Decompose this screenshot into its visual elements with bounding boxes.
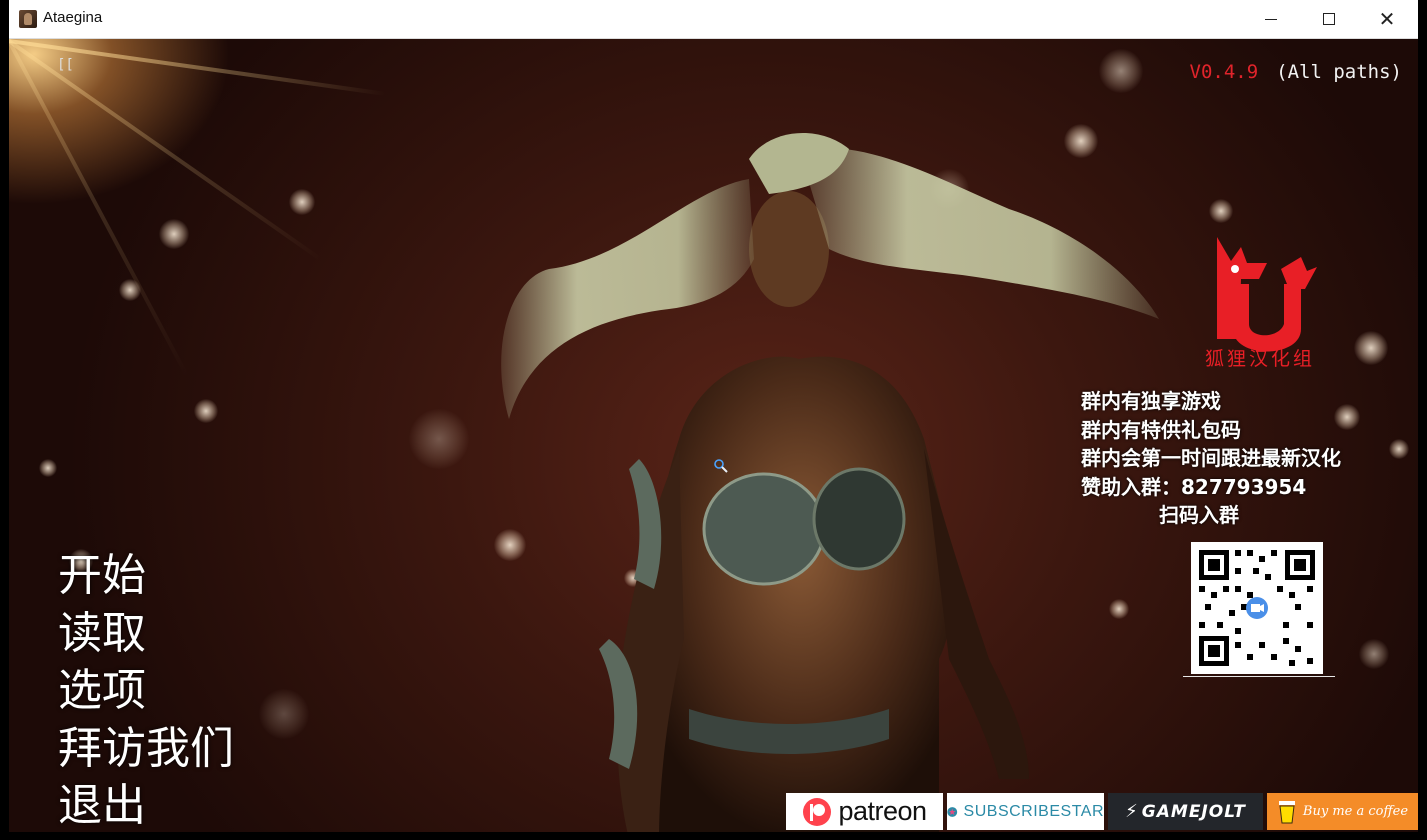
- bokeh-particle: [1389, 439, 1409, 459]
- bokeh-particle: [39, 459, 57, 477]
- promo-line: 赞助入群：827793954: [1081, 474, 1307, 499]
- window-title: Ataegina: [43, 9, 103, 26]
- app-icon: [19, 10, 37, 28]
- patreon-button[interactable]: patreon: [786, 793, 943, 830]
- lightning-icon: ⚡: [1125, 801, 1138, 822]
- maximize-button[interactable]: [1300, 0, 1358, 38]
- mouse-cursor-icon: [714, 459, 728, 473]
- light-flare: [9, 39, 190, 378]
- subscribestar-icon: [947, 806, 958, 817]
- buy-me-a-coffee-button[interactable]: Buy me a coffee: [1267, 793, 1418, 830]
- character-artwork: [501, 132, 1159, 832]
- menu-options-button[interactable]: 选项: [58, 662, 234, 720]
- qr-divider: [1183, 676, 1335, 677]
- corner-mark: [[: [57, 57, 74, 73]
- qr-code-image: [1191, 542, 1323, 674]
- menu-start-button[interactable]: 开始: [58, 547, 234, 605]
- bokeh-particle: [159, 219, 189, 249]
- promo-line: 群内有独享游戏: [1081, 389, 1221, 413]
- patreon-icon: [803, 797, 832, 826]
- maximize-icon: [1323, 13, 1335, 25]
- bokeh-particle: [1209, 199, 1233, 223]
- support-badges: patreon SUBSCRIBESTAR ⚡ GAMEJOLT Buy me …: [786, 793, 1418, 832]
- close-button[interactable]: ✕: [1358, 0, 1416, 38]
- version-label: V0.4.9 (All paths): [1190, 61, 1402, 83]
- bokeh-particle: [289, 189, 315, 215]
- version-paths: (All paths): [1276, 61, 1402, 83]
- bokeh-particle: [1099, 49, 1143, 93]
- gamejolt-button[interactable]: ⚡ GAMEJOLT: [1108, 793, 1263, 830]
- game-window: Ataegina ✕ [[V0.4.9 (All paths) 开始 读取 选…: [0, 0, 1427, 840]
- menu-visit-us-button[interactable]: 拜访我们: [58, 720, 234, 778]
- version-number: V0.4.9: [1189, 61, 1259, 83]
- menu-quit-button[interactable]: 退出: [58, 777, 234, 832]
- subscribestar-button[interactable]: SUBSCRIBESTAR: [947, 793, 1104, 830]
- title-bar[interactable]: Ataegina ✕: [9, 0, 1418, 39]
- patreon-label: patreon: [838, 796, 927, 826]
- group-promo: 群内有独享游戏 群内有特供礼包码 群内会第一时间跟进最新汉化 赞助入群：8277…: [1081, 387, 1341, 530]
- subscribestar-label: SUBSCRIBESTAR: [963, 802, 1104, 820]
- promo-line: 群内有特供礼包码: [1081, 417, 1241, 442]
- menu-load-button[interactable]: 读取: [58, 605, 234, 663]
- bokeh-particle: [1354, 331, 1388, 365]
- coffee-label: Buy me a coffee: [1302, 804, 1409, 819]
- close-icon: ✕: [1378, 7, 1396, 31]
- bokeh-particle: [194, 399, 218, 423]
- fox-group-name: 狐狸汉化组: [1204, 348, 1315, 370]
- minimize-button[interactable]: [1242, 0, 1300, 38]
- coffee-cup-icon: [1278, 800, 1295, 823]
- bokeh-particle: [119, 279, 141, 301]
- gamejolt-label: GAMEJOLT: [1141, 801, 1246, 822]
- scan-label: 扫码入群: [1159, 503, 1239, 527]
- main-menu: 开始 读取 选项 拜访我们 退出: [58, 547, 234, 832]
- bokeh-particle: [1359, 639, 1389, 669]
- main-menu-screen: [[ V0.4.9 (All paths) 开始 读取 选项 拜访我们 退出 狐狸…: [9, 39, 1418, 832]
- bokeh-particle: [409, 409, 469, 469]
- bokeh-particle: [259, 689, 309, 739]
- promo-line: 群内会第一时间跟进最新汉化: [1081, 446, 1341, 470]
- minimize-icon: [1265, 18, 1277, 20]
